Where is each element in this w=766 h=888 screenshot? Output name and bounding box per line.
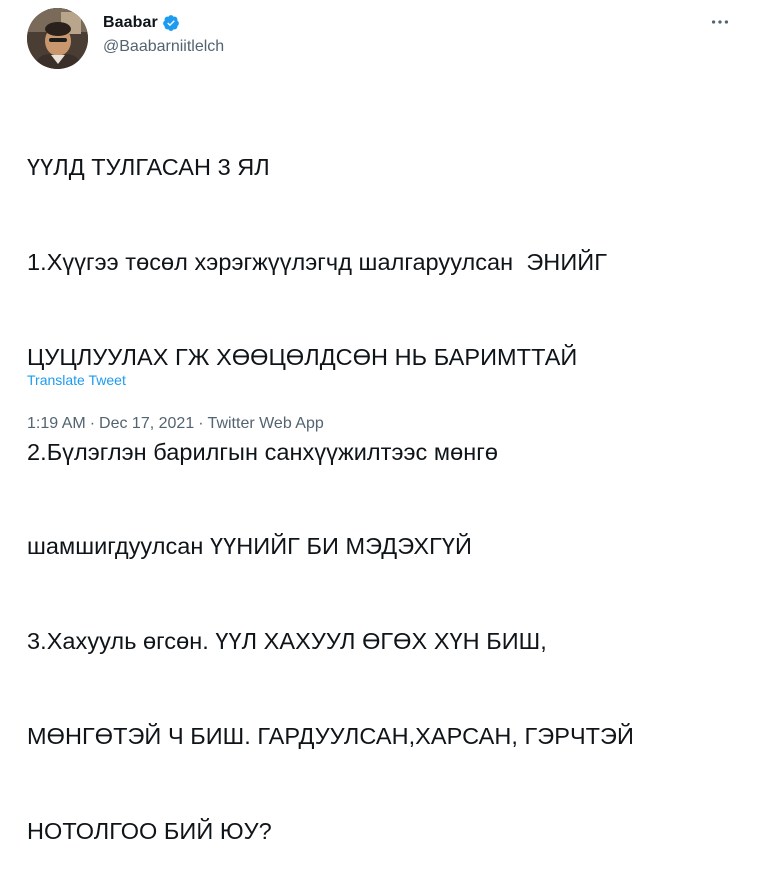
tweet-text-line: ЦУЦЛУУЛАХ ГЖ ХӨӨЦӨЛДСӨН НЬ БАРИМТТАЙ — [27, 343, 578, 370]
verified-badge-icon — [162, 15, 179, 31]
author-name-row[interactable]: Baabar — [103, 14, 180, 32]
tweet-text-line: шамшигдуулсан ҮҮНИЙГ БИ МЭДЭХГҮЙ — [27, 533, 472, 560]
more-options-button[interactable] — [706, 8, 734, 36]
tweet-text-line: 2.Бүлэглэн барилгын санхүүжилтээс мөнгө — [27, 438, 499, 465]
translate-tweet-link[interactable]: Translate Tweet — [27, 372, 126, 388]
tweet-text: ҮҮЛД ТУЛГАСАН 3 ЯЛ 1.Хүүгээ төсөл хэрэгж… — [27, 89, 747, 888]
author-display-name[interactable]: Baabar — [103, 14, 158, 32]
meta-separator: · — [89, 415, 96, 432]
author-handle[interactable]: @Baabarniitlelch — [103, 38, 224, 56]
tweet-time[interactable]: 1:19 AM — [27, 415, 86, 432]
tweet-text-line: ҮҮЛД ТУЛГАСАН 3 ЯЛ — [27, 154, 270, 181]
tweet-text-line: МӨНГӨТЭЙ Ч БИШ. ГАРДУУЛСАН,ХАРСАН, ГЭРЧТ… — [27, 722, 634, 749]
tweet-date[interactable]: Dec 17, 2021 — [99, 415, 194, 432]
more-horizontal-icon — [711, 20, 729, 24]
tweet-source[interactable]: Twitter Web App — [208, 415, 324, 432]
tweet-text-line: 3.Хахууль өгсөн. ҮҮЛ ХАХУУЛ ӨГӨХ ХҮН БИШ… — [27, 628, 547, 655]
tweet-text-line: НОТОЛГОО БИЙ ЮУ? — [27, 817, 272, 844]
avatar[interactable] — [27, 8, 88, 69]
meta-separator: · — [198, 415, 204, 432]
tweet-text-line: 1.Хүүгээ төсөл хэрэгжүүлэгчд шалгаруулса… — [27, 248, 607, 275]
tweet-metadata: 1:19 AM · Dec 17, 2021 · Twitter Web App — [27, 415, 324, 433]
